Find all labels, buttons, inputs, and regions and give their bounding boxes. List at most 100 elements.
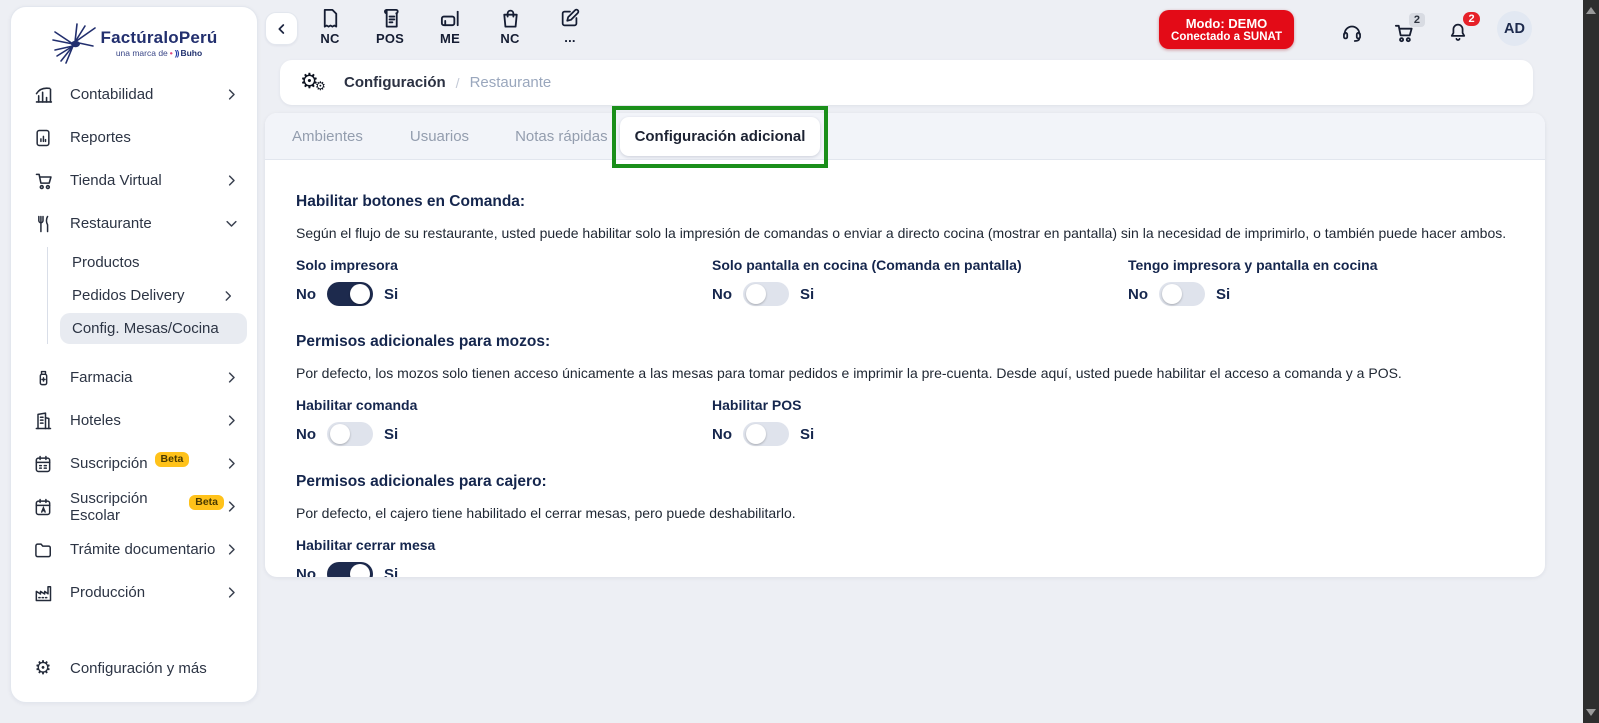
sidebar-item-label: Suscripción Escolar: [70, 490, 182, 524]
breadcrumb-section[interactable]: Configuración: [344, 74, 446, 91]
mode-line2: Conectado a SUNAT: [1159, 31, 1294, 43]
section-comanda: Habilitar botones en Comanda: Según el f…: [296, 193, 1521, 306]
breadcrumb-page: Restaurante: [470, 74, 552, 91]
pos-button[interactable]: POS: [368, 7, 412, 46]
tab-notas-rapidas[interactable]: Notas rápidas: [515, 128, 608, 145]
factory-icon: [31, 583, 55, 603]
folder-icon: [31, 540, 55, 560]
toggle-si-label: Si: [384, 566, 398, 578]
sidebar-item-label: Contabilidad: [70, 86, 153, 103]
submenu-item-pedidos-delivery[interactable]: Pedidos Delivery: [60, 280, 247, 311]
section-mozos: Permisos adicionales para mozos: Por def…: [296, 333, 1521, 446]
submenu-item-productos[interactable]: Productos: [60, 247, 247, 278]
nc-bag-button[interactable]: NC: [488, 7, 532, 46]
chevron-right-icon: [221, 289, 235, 303]
receipt-icon: [379, 7, 402, 30]
notification-badge: 2: [1463, 12, 1480, 26]
back-button[interactable]: [265, 12, 298, 45]
sidebar-item-label: Hoteles: [70, 412, 121, 429]
toggle-label: Habilitar comanda: [296, 397, 712, 413]
sidebar-item-hoteles[interactable]: Hoteles: [11, 399, 257, 442]
toggle-group-solo-impresora: Solo impresora No Si: [296, 257, 712, 306]
sidebar-item-suscripcion[interactable]: SuscripciónBeta: [11, 442, 257, 485]
cart-button[interactable]: 2: [1392, 21, 1415, 44]
sidebar: FactúraloPerú una marca de •)) Buho Cont…: [10, 6, 258, 703]
breadcrumb: ⚙ ⚙ Configuración / Restaurante: [280, 60, 1533, 105]
sidebar-item-tienda-virtual[interactable]: Tienda Virtual: [11, 159, 257, 202]
toggle-no-label: No: [296, 426, 316, 443]
tab-configuracion-adicional[interactable]: Configuración adicional: [620, 117, 820, 156]
toggle-group-habilitar-pos: Habilitar POS No Si: [712, 397, 1128, 446]
sidebar-item-produccion[interactable]: Producción: [11, 571, 257, 614]
nc-document-button[interactable]: NC: [308, 7, 352, 46]
sidebar-item-reportes[interactable]: Reportes: [11, 116, 257, 159]
avatar[interactable]: AD: [1497, 11, 1532, 46]
toggle-si-label: Si: [1216, 286, 1230, 303]
bag-icon: [499, 7, 522, 30]
submenu-item-label: Pedidos Delivery: [72, 287, 185, 304]
breadcrumb-separator: /: [456, 75, 460, 91]
switch-knob: [330, 424, 350, 444]
sidebar-item-label: Farmacia: [70, 369, 133, 386]
section-heading: Permisos adicionales para mozos:: [296, 333, 1521, 351]
brand-dot-icon: •: [170, 49, 173, 58]
scroll-up-icon[interactable]: [1586, 7, 1596, 14]
me-button[interactable]: ME: [428, 7, 472, 46]
solo-pantalla-switch[interactable]: [743, 282, 789, 306]
settings-gears-icon: ⚙ ⚙: [300, 70, 330, 96]
sidebar-item-restaurante[interactable]: Restaurante: [11, 202, 257, 245]
more-documents-button[interactable]: ...: [548, 7, 592, 46]
habilitar-pos-switch[interactable]: [743, 422, 789, 446]
logo-title: FactúraloPerú: [101, 29, 218, 46]
submenu-item-label: Config. Mesas/Cocina: [72, 320, 219, 337]
sidebar-item-label: Producción: [70, 584, 145, 601]
document-icon: [319, 7, 342, 30]
doc-button-label: ME: [440, 31, 460, 46]
mode-demo-button[interactable]: Modo: DEMO Conectado a SUNAT: [1159, 10, 1294, 49]
chevron-down-icon: [224, 216, 239, 231]
sidebar-item-label: Reportes: [70, 129, 131, 146]
chevron-right-icon: [224, 370, 239, 385]
mode-line1: Modo: DEMO: [1159, 16, 1294, 31]
restaurante-submenu: Productos Pedidos Delivery Config. Mesas…: [47, 247, 257, 344]
toggle-group-solo-pantalla: Solo pantalla en cocina (Comanda en pant…: [712, 257, 1128, 306]
gear-icon: ⚙: [31, 657, 55, 679]
tab-usuarios[interactable]: Usuarios: [410, 128, 469, 145]
sidebar-item-contabilidad[interactable]: Contabilidad: [11, 73, 257, 116]
notifications-button[interactable]: 2: [1447, 21, 1469, 43]
hotel-icon: [31, 411, 55, 431]
submenu-item-config-mesas-cocina[interactable]: Config. Mesas/Cocina: [60, 313, 247, 344]
calendar-a-icon: [31, 497, 55, 517]
switch-knob: [350, 284, 370, 304]
section-heading: Habilitar botones en Comanda:: [296, 193, 1521, 211]
chart-icon: [31, 84, 55, 105]
cart-icon: [31, 170, 55, 191]
toggle-no-label: No: [712, 286, 732, 303]
app-logo[interactable]: FactúraloPerú una marca de •)) Buho: [11, 17, 257, 69]
habilitar-comanda-switch[interactable]: [327, 422, 373, 446]
sidebar-item-label: Suscripción: [70, 455, 148, 472]
section-cajero: Permisos adicionales para cajero: Por de…: [296, 473, 1521, 577]
sidebar-item-suscripcion-escolar[interactable]: Suscripción EscolarBeta: [11, 485, 257, 528]
impresora-y-pantalla-switch[interactable]: [1159, 282, 1205, 306]
restaurant-icon: [31, 214, 55, 234]
chevron-right-icon: [224, 87, 239, 102]
configuracion-adicional-content: Habilitar botones en Comanda: Según el f…: [265, 160, 1545, 577]
scroll-down-icon[interactable]: [1586, 709, 1596, 716]
scrollbar[interactable]: [1583, 0, 1599, 723]
sidebar-item-farmacia[interactable]: Farmacia: [11, 356, 257, 399]
section-description: Por defecto, los mozos solo tienen acces…: [296, 365, 1521, 381]
pharmacy-icon: [31, 368, 55, 387]
habilitar-cerrar-mesa-switch[interactable]: [327, 562, 373, 577]
sidebar-item-configuracion-y-mas[interactable]: ⚙ Configuración y más: [11, 646, 257, 690]
chevron-right-icon: [224, 542, 239, 557]
toggle-no-label: No: [296, 566, 316, 578]
chevron-right-icon: [224, 499, 239, 514]
switch-knob: [746, 424, 766, 444]
chevron-right-icon: [224, 456, 239, 471]
sidebar-item-tramite-documentario[interactable]: Trámite documentario: [11, 528, 257, 571]
sidebar-item-label: Tienda Virtual: [70, 172, 162, 189]
solo-impresora-switch[interactable]: [327, 282, 373, 306]
support-button[interactable]: [1341, 21, 1363, 43]
tab-ambientes[interactable]: Ambientes: [292, 128, 363, 145]
